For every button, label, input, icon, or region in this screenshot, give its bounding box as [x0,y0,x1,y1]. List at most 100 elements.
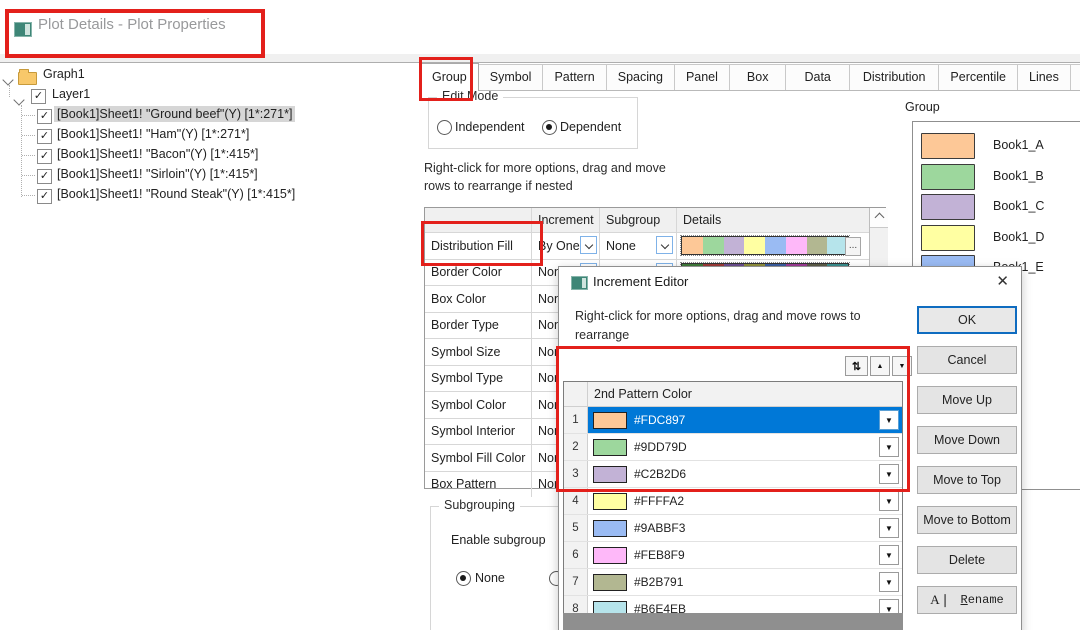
plot-item-checkbox[interactable]: ✓ [37,109,52,124]
list-header-corner [564,382,588,406]
color-hex-label: #9ABBF3 [634,521,686,535]
color-list-row[interactable]: 3 #C2B2D6 ▼ [564,461,902,488]
color-list-row[interactable]: 4 #FFFFA2 ▼ [564,488,902,515]
table-header-name [425,208,532,232]
tree-node-plot-item[interactable]: [Book1]Sheet1! "Sirloin"(Y) [1*:415*] [54,166,261,182]
window-title: Plot Details - Plot Properties [38,16,226,33]
row-content[interactable]: #9ABBF3 [588,515,902,541]
color-dropdown[interactable]: ▼ [879,464,899,484]
increment-editor-dialog: Increment Editor ✕ Right-click for more … [558,266,1022,630]
move-row-down-button[interactable]: ▼ [892,356,912,376]
property-name-cell: Symbol Size [425,339,532,365]
rename-icon: A❘ [930,592,951,607]
tree-node-plot-item[interactable]: [Book1]Sheet1! "Bacon"(Y) [1*:415*] [54,146,261,162]
property-name-cell: Symbol Type [425,365,532,391]
close-icon[interactable]: ✕ [996,272,1009,290]
color-list-row[interactable]: 6 #FEB8F9 ▼ [564,542,902,569]
tree-connector-stub [22,115,35,116]
tab-symbol[interactable]: Symbol [477,64,544,90]
color-dropdown[interactable]: ▼ [879,545,899,565]
move-up-button[interactable]: Move Up [917,386,1017,414]
property-name-cell: Border Type [425,312,532,338]
property-name-cell: Box Color [425,286,532,312]
subgrouping-radio-none[interactable] [456,571,471,586]
list-bottom-bar [563,613,903,630]
color-list-row[interactable]: 7 #B2B791 ▼ [564,569,902,596]
tab-lines[interactable]: Lines [1017,64,1071,90]
row-content[interactable]: #9DD79D [588,434,902,460]
subgroup-dropdown[interactable] [656,236,673,254]
plot-item-checkbox[interactable]: ✓ [37,169,52,184]
edit-mode-radio-dependent[interactable] [542,120,557,135]
dialog-icon [571,276,588,290]
row-content[interactable]: #FFFFA2 [588,488,902,514]
tree-connector-line [9,85,10,97]
tree-node-layer1[interactable]: Layer1 [49,86,93,102]
row-content[interactable]: #B2B791 [588,569,902,595]
row-content[interactable]: #FDC897 [588,407,902,433]
color-swatch [593,519,627,537]
color-swatch [593,438,627,456]
list-header-row: 2nd Pattern Color [564,382,902,407]
rename-button[interactable]: A❘ Rename [917,586,1017,614]
color-list-row[interactable]: 5 #9ABBF3 ▼ [564,515,902,542]
tab-data[interactable]: Data [785,64,850,90]
tab-box[interactable]: Box [728,64,787,90]
table-row[interactable]: Distribution Fill By One None... [425,232,885,259]
row-content[interactable]: #FEB8F9 [588,542,902,568]
swap-rows-button[interactable]: ⇅ [845,356,868,376]
subgrouping-none-label[interactable]: None [475,571,505,585]
delete-button[interactable]: Delete [917,546,1017,574]
tab-group[interactable]: Group [420,63,479,91]
cancel-button[interactable]: Cancel [917,346,1017,374]
scroll-up-button[interactable] [870,208,888,228]
plot-tree-panel: Graph1 ✓ Layer1 ✓ [Book1]Sheet1! "Ground bee… [0,63,418,630]
details-cell[interactable]: ... [677,233,863,259]
color-list-row[interactable]: 2 #9DD79D ▼ [564,434,902,461]
edit-mode-label-dependent[interactable]: Dependent [560,120,621,134]
row-content[interactable]: #C2B2D6 [588,461,902,487]
strip-swatch [744,237,765,254]
color-dropdown[interactable]: ▼ [879,410,899,430]
plot-item-checkbox[interactable]: ✓ [37,189,52,204]
property-name-cell: Box Pattern [425,471,532,497]
details-color-strip[interactable] [680,235,850,256]
edit-mode-label-independent[interactable]: Independent [455,120,525,134]
tab-connect[interactable]: Connect [1069,64,1080,90]
move-row-up-button[interactable]: ▲ [870,356,890,376]
edit-mode-radio-independent[interactable] [437,120,452,135]
move-down-button[interactable]: Move Down [917,426,1017,454]
plot-item-checkbox[interactable]: ✓ [37,149,52,164]
color-dropdown[interactable]: ▼ [879,491,899,511]
tab-percentile[interactable]: Percentile [938,64,1018,90]
layer1-checkbox[interactable]: ✓ [31,89,46,104]
tab-spacing[interactable]: Spacing [605,64,675,90]
group-panel-label: Group [905,100,940,114]
color-swatch [593,492,627,510]
tab-pattern[interactable]: Pattern [542,64,607,90]
tab-panel[interactable]: Panel [673,64,730,90]
color-dropdown[interactable]: ▼ [879,437,899,457]
table-header-Increment: Increment [532,208,600,232]
tree-node-plot-item[interactable]: [Book1]Sheet1! "Ham"(Y) [1*:271*] [54,126,252,142]
subgroup-cell[interactable]: None [600,233,677,259]
color-list-row[interactable]: 1 #FDC897 ▼ [564,407,902,434]
row-number: 5 [564,515,588,541]
group-swatch [921,194,975,220]
increment-dropdown[interactable] [580,236,597,254]
plot-item-checkbox[interactable]: ✓ [37,129,52,144]
details-more-button[interactable]: ... [845,237,861,256]
ok-button[interactable]: OK [917,306,1017,334]
tree-node-plot-item[interactable]: [Book1]Sheet1! "Ground beef"(Y) [1*:271*… [54,106,296,122]
increment-cell[interactable]: By One [532,233,600,259]
move-to-bottom-button[interactable]: Move to Bottom [917,506,1017,534]
move-to-top-button[interactable]: Move to Top [917,466,1017,494]
tab-distribution[interactable]: Distribution [848,64,940,90]
table-hint-text: Right-click for more options, drag and m… [424,161,666,193]
color-dropdown[interactable]: ▼ [879,518,899,538]
enable-subgroup-label: Enable subgroup [451,533,546,547]
tree-node-plot-item[interactable]: [Book1]Sheet1! "Round Steak"(Y) [1*:415*… [54,186,298,202]
color-dropdown[interactable]: ▼ [879,572,899,592]
tree-node-graph1[interactable]: Graph1 [40,66,88,82]
tree-expander-graph1[interactable] [2,73,14,87]
